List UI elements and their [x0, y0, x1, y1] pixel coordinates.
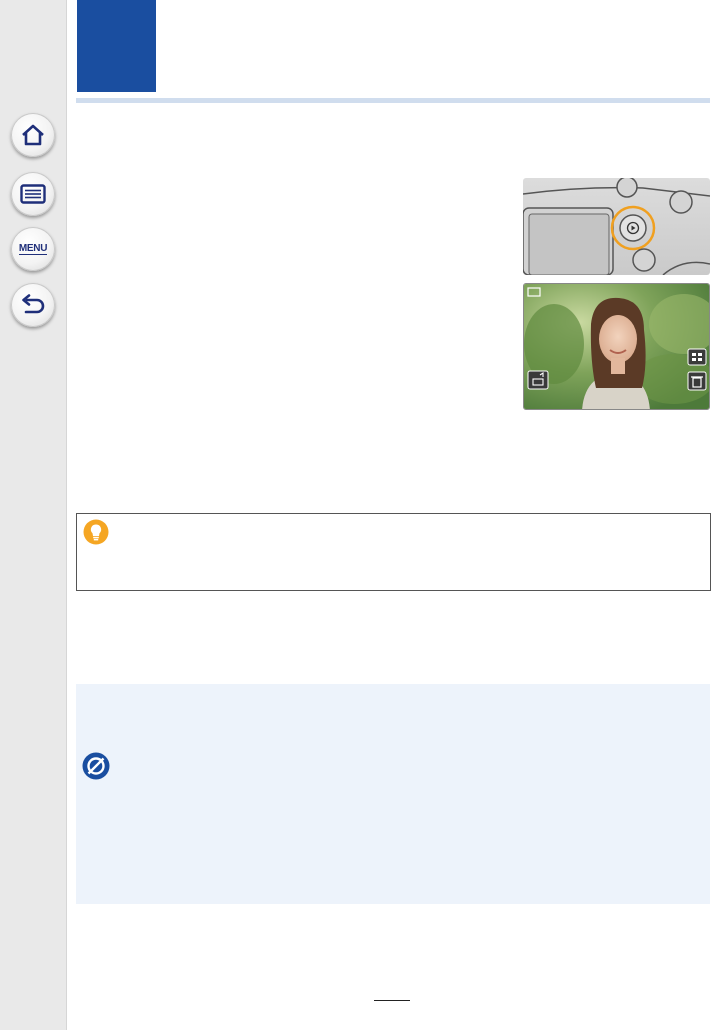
menu-label: MENU: [18, 243, 48, 255]
contents-button[interactable]: [11, 172, 55, 216]
send-image-icon[interactable]: [527, 370, 549, 390]
back-button[interactable]: [11, 283, 55, 327]
not-available-icon: [82, 752, 110, 780]
header-divider: [76, 98, 710, 103]
note-box: [76, 684, 710, 904]
lightbulb-icon: [83, 519, 109, 545]
tip-box: [76, 513, 711, 591]
menu-button[interactable]: MENU: [11, 227, 55, 271]
page-number-underline: [374, 1000, 410, 1001]
trash-icon[interactable]: [687, 371, 707, 391]
camera-button-photo: [523, 178, 710, 275]
home-button[interactable]: [11, 113, 55, 157]
chapter-number-block: [77, 0, 156, 92]
sidebar: MENU: [0, 0, 67, 1030]
playback-screen-photo: [523, 283, 710, 410]
list-icon: [20, 184, 46, 204]
back-arrow-icon: [22, 294, 45, 314]
home-icon: [22, 124, 44, 146]
thumbnail-icon[interactable]: [687, 348, 707, 366]
